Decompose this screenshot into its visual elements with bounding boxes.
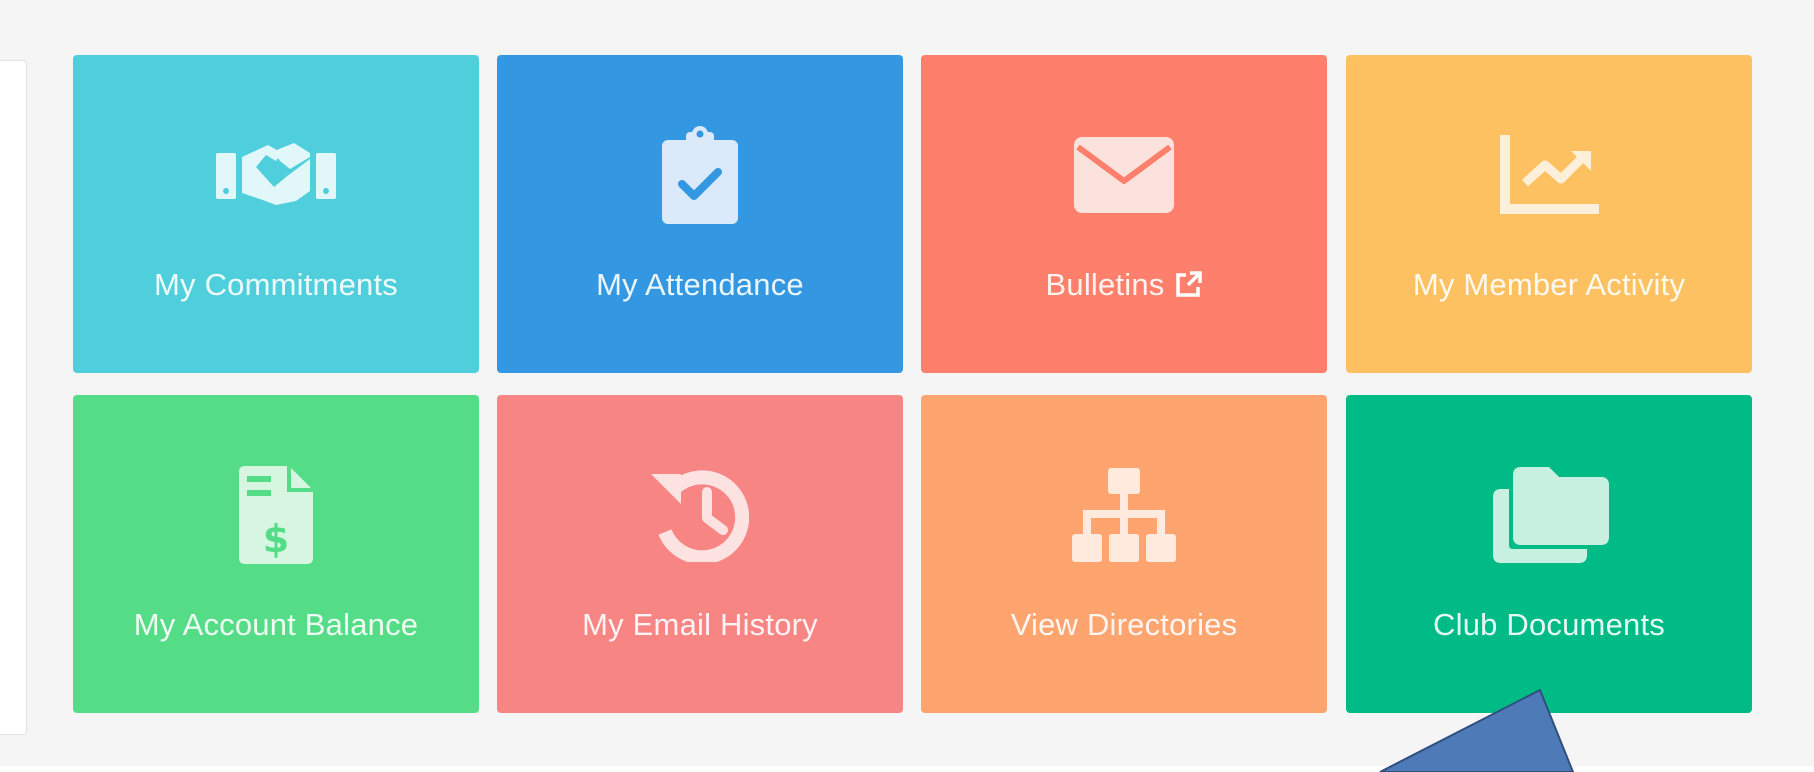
tile-club-documents[interactable]: Club Documents [1346, 395, 1752, 713]
chart-line-icon [1489, 125, 1609, 225]
tile-label: My Account Balance [134, 607, 418, 643]
dashboard-canvas: My Commitments My Attendance Bulletins M… [0, 0, 1814, 772]
history-icon [640, 465, 760, 565]
invoice-dollar-icon: $ [216, 465, 336, 565]
label-text: Bulletins [1045, 267, 1165, 302]
label-text: My Email History [582, 607, 818, 642]
label-text: Club Documents [1433, 607, 1665, 642]
left-side-card [0, 60, 27, 735]
label-text: My Member Activity [1412, 267, 1686, 302]
tile-label: My Email History [582, 607, 818, 643]
sitemap-icon [1064, 465, 1184, 565]
tile-my-member-activity[interactable]: My Member Activity [1346, 55, 1752, 373]
envelope-icon [1064, 125, 1184, 225]
tile-label: Club Documents [1433, 607, 1665, 643]
handshake-icon [216, 125, 336, 225]
tile-my-commitments[interactable]: My Commitments [73, 55, 479, 373]
label-text: My Attendance [596, 267, 804, 302]
tile-my-attendance[interactable]: My Attendance [497, 55, 903, 373]
tile-label: My Attendance [596, 267, 804, 303]
clipboard-check-icon [640, 125, 760, 225]
label-text: My Commitments [154, 267, 398, 302]
svg-text:$: $ [263, 517, 289, 561]
tile-label: View Directories [1011, 607, 1238, 643]
tile-label: My Commitments [154, 267, 398, 303]
folders-icon [1489, 465, 1609, 565]
label-text: My Account Balance [133, 607, 419, 642]
tile-my-email-history[interactable]: My Email History [497, 395, 903, 713]
label-text: View Directories [1010, 607, 1238, 642]
tile-bulletins[interactable]: Bulletins [921, 55, 1327, 373]
tile-my-account-balance[interactable]: $ My Account Balance [73, 395, 479, 713]
tile-view-directories[interactable]: View Directories [921, 395, 1327, 713]
external-link-icon [1174, 271, 1203, 299]
tile-label: My Member Activity [1413, 267, 1685, 303]
tile-label: Bulletins [1046, 267, 1203, 303]
